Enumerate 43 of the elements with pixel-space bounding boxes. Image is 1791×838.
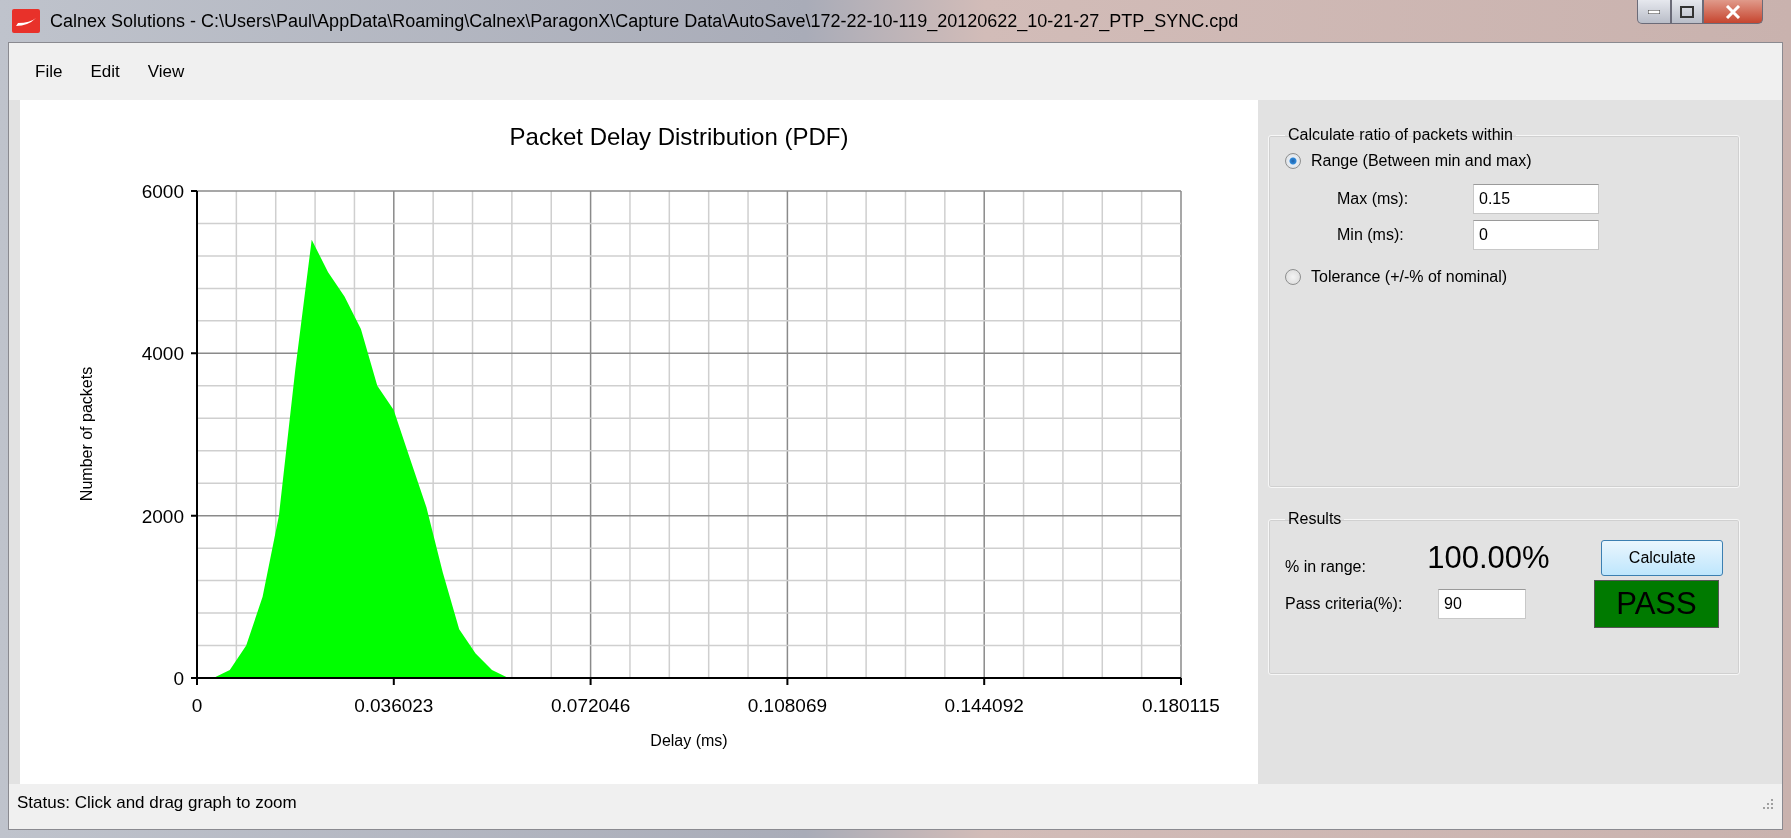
verdict-badge: PASS <box>1594 580 1719 628</box>
app-logo-icon <box>12 9 40 33</box>
y-tick-label: 0 <box>173 668 184 689</box>
x-tick-label: 0.180115 <box>1142 695 1220 716</box>
x-tick-label: 0.072046 <box>550 695 631 716</box>
field-label: Pass criteria(%): <box>1285 595 1404 613</box>
close-button[interactable] <box>1703 0 1763 24</box>
y-tick-label: 4000 <box>141 343 184 365</box>
group-title: Results <box>1287 510 1343 528</box>
menu-item[interactable]: View <box>135 57 197 86</box>
menu-item[interactable]: Edit <box>78 57 132 86</box>
chart-panel[interactable]: Packet Delay Distribution (PDF) 0 2000 4000 6000 0 0.036023 0.072046 0.108069 0.144092 0.180115 Delay (ms) Number of packets <box>20 100 1258 784</box>
group-title: Calculate ratio of packets within <box>1287 126 1514 144</box>
y-axis-title: Number of packets <box>78 366 95 502</box>
x-tick-label: 0.108069 <box>747 695 828 716</box>
x-tick-label: 0 <box>191 695 203 716</box>
status-text: Status: Click and drag graph to zoom <box>17 793 297 813</box>
input-field[interactable]: 0.15 <box>1473 184 1599 214</box>
radio-button[interactable] <box>1285 153 1301 169</box>
field-label: Max (ms): <box>1337 190 1410 208</box>
close-icon <box>1725 4 1741 19</box>
input-field[interactable]: 0 <box>1473 220 1599 250</box>
input-field[interactable]: 90 <box>1438 589 1526 619</box>
window-title: Calnex Solutions - C:\Users\Paul\AppData\Roaming\Calnex\ParagonX\Capture Data\AutoSave\172-22-10-119_20120622_10-21-27_PTP_SYNC.cpd <box>50 10 1240 32</box>
menu-item[interactable]: File <box>23 57 75 86</box>
result-value: 100.00% <box>1427 540 1551 576</box>
x-tick-label: 0.036023 <box>354 695 434 716</box>
radio-label[interactable]: Range (Between min and max) <box>1311 152 1532 170</box>
minimize-icon <box>1648 9 1660 14</box>
calculate-button[interactable]: Calculate <box>1601 540 1723 576</box>
radio-label[interactable]: Tolerance (+/-% of nominal) <box>1311 268 1508 286</box>
chart-title: Packet Delay Distribution (PDF) <box>509 123 849 150</box>
minimize-button[interactable] <box>1637 0 1671 24</box>
radio-button[interactable] <box>1285 269 1301 285</box>
maximize-icon <box>1680 5 1694 18</box>
maximize-button[interactable] <box>1671 0 1703 24</box>
x-tick-label: 0.144092 <box>944 695 1024 716</box>
y-tick-label: 2000 <box>141 505 184 527</box>
resize-grip-icon[interactable] <box>1760 796 1774 810</box>
field-label: Min (ms): <box>1337 226 1405 244</box>
x-axis-title: Delay (ms) <box>650 732 728 749</box>
field-label: % in range: <box>1285 558 1367 576</box>
y-tick-label: 6000 <box>141 181 184 202</box>
